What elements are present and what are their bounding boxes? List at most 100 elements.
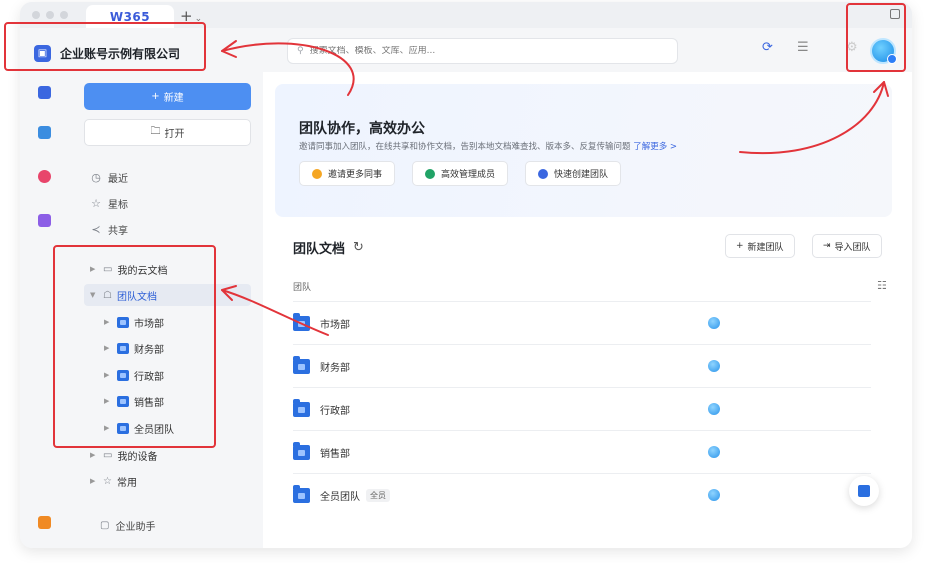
import-team-button[interactable]: ⇥ 导入团队: [812, 234, 882, 258]
tree-team-item[interactable]: ▶ 市场部: [104, 311, 164, 333]
window-restore-icon[interactable]: [890, 9, 900, 19]
folder-open-icon: 🗀: [150, 126, 161, 137]
calendar-app-icon[interactable]: [38, 126, 51, 139]
device-icon: ▭: [103, 449, 113, 461]
plus-icon: +: [180, 7, 193, 25]
team-create-icon: [538, 168, 548, 179]
member-avatar: [708, 317, 720, 329]
open-button[interactable]: 🗀 打开: [84, 119, 251, 146]
table-row[interactable]: 行政部: [293, 388, 871, 430]
company-switcher[interactable]: ▣ 企业账号示例有限公司: [28, 34, 180, 72]
company-name: 企业账号示例有限公司: [60, 46, 181, 61]
refresh-icon[interactable]: ↻: [353, 240, 364, 255]
chevron-right-icon: ▶: [90, 265, 96, 273]
team-folder-icon: [293, 355, 310, 374]
tree-team-item[interactable]: ▶ 行政部: [104, 364, 164, 386]
invite-colleagues-button[interactable]: 邀请更多同事: [299, 161, 396, 186]
tree-my-cloud[interactable]: ▶ ▭ 我的云文档: [90, 258, 167, 280]
star-icon: ☆: [91, 196, 101, 210]
assistant-icon: ▢: [100, 520, 110, 531]
chevron-right-icon: ▶: [104, 424, 110, 432]
docs-app-icon[interactable]: [38, 86, 51, 99]
member-avatar: [708, 489, 720, 501]
chevron-right-icon: ▶: [90, 477, 96, 485]
table-row[interactable]: 财务部: [293, 345, 871, 387]
folder-icon: [117, 422, 129, 434]
search-input[interactable]: [309, 46, 650, 56]
avatar-badge: [887, 54, 897, 64]
tab-w365[interactable]: W365: [86, 5, 174, 28]
plus-icon: +: [151, 91, 160, 102]
folder-icon: [117, 316, 129, 328]
chevron-right-icon: ▶: [90, 451, 96, 459]
settings-icon[interactable]: ⚙: [846, 40, 858, 55]
slides-app-icon[interactable]: [38, 516, 51, 529]
tree-team-item[interactable]: ▶ 销售部: [104, 390, 164, 412]
chevron-down-icon: ⌄: [194, 14, 203, 24]
import-icon: ⇥: [823, 241, 831, 251]
member-avatar: [708, 403, 720, 415]
help-icon: [858, 485, 870, 497]
pdf-app-icon[interactable]: [38, 170, 51, 183]
search-bar[interactable]: ⚲: [287, 38, 678, 64]
create-team-quick-button[interactable]: 快速创建团队: [525, 161, 622, 186]
title-bar: W365 + ⌄: [20, 2, 912, 28]
table-row[interactable]: 销售部: [293, 431, 871, 473]
column-settings-icon[interactable]: ☷: [877, 279, 887, 292]
sidebar: + 新建 🗀 打开 ◷ 最近 ☆ 星标 ≺ 共享 ▶ ▭ 我的云文档 ▼ ☖ 团队文档 ▶ 市场部 …: [70, 72, 263, 548]
folder-icon: [117, 369, 129, 381]
banner-description: 邀请同事加入团队，在线共享和协作文档，告别本地文档难查找、版本多、反复传输问题 …: [299, 142, 678, 152]
sync-icon[interactable]: ⟳: [762, 40, 773, 55]
sidebar-item-starred[interactable]: ☆ 星标: [90, 193, 128, 213]
tree-my-devices[interactable]: ▶ ▭ 我的设备: [90, 444, 157, 466]
avatar[interactable]: [870, 38, 897, 64]
search-icon: ⚲: [297, 46, 304, 56]
section-title: 团队文档 ↻: [293, 240, 364, 257]
members-icon: [425, 168, 435, 179]
team-icon: ☖: [103, 289, 112, 301]
chevron-right-icon: ▶: [104, 371, 110, 379]
main-content: 团队协作，高效办公 邀请同事加入团队，在线共享和协作文档，告别本地文档难查找、版…: [263, 72, 912, 548]
team-folder-icon: [293, 484, 310, 503]
all-members-tag: 全员: [366, 488, 390, 502]
window-controls[interactable]: [32, 11, 68, 19]
star-icon: ☆: [103, 475, 112, 487]
tree-team-item[interactable]: ▶ 全员团队: [104, 417, 174, 439]
column-header-team: 团队: [293, 283, 312, 293]
chevron-right-icon: ▶: [104, 344, 110, 352]
team-folder-icon: [293, 312, 310, 331]
table-row[interactable]: 市场部: [293, 302, 871, 344]
tree-common[interactable]: ▶ ☆ 常用: [90, 470, 137, 492]
member-avatar: [708, 446, 720, 458]
learn-more-link[interactable]: 了解更多 >: [633, 142, 677, 152]
new-tab-button[interactable]: + ⌄: [180, 7, 202, 25]
folder-icon: [117, 342, 129, 354]
floating-help-button[interactable]: [849, 476, 879, 506]
plus-icon: +: [736, 241, 744, 251]
invite-icon: [312, 168, 322, 179]
menu-icon[interactable]: ☰: [797, 40, 809, 55]
sidebar-item-recent[interactable]: ◷ 最近: [90, 167, 128, 187]
sidebar-item-shared[interactable]: ≺ 共享: [90, 219, 128, 239]
manage-members-button[interactable]: 高效管理成员: [412, 161, 509, 186]
app-rail: [20, 72, 70, 548]
enterprise-assistant-button[interactable]: ▢ 企业助手: [100, 518, 155, 533]
app-window: W365 +⌄ ▣ 企业账号示例有限公司 ⚲ ⟳ ☰ ⚙ +新建 🗀打开 ◷最近…: [20, 2, 912, 548]
company-logo-icon: ▣: [34, 44, 51, 62]
team-folder-icon: [293, 441, 310, 460]
folder-outline-icon: ▭: [103, 263, 113, 275]
chevron-right-icon: ▶: [104, 318, 110, 326]
clock-icon: ◷: [91, 170, 101, 184]
tree-team-item[interactable]: ▶ 财务部: [104, 337, 164, 359]
table-row[interactable]: 全员团队 全员: [293, 474, 871, 516]
team-folder-icon: [293, 398, 310, 417]
member-avatar: [708, 360, 720, 372]
apps-grid-icon[interactable]: [38, 214, 51, 227]
new-team-button[interactable]: + 新建团队: [725, 234, 795, 258]
chevron-down-icon: ▼: [90, 291, 96, 299]
tree-team-docs[interactable]: ▼ ☖ 团队文档: [84, 284, 251, 306]
new-button[interactable]: + 新建: [84, 83, 251, 110]
banner-title: 团队协作，高效办公: [299, 121, 425, 137]
chevron-right-icon: ▶: [104, 397, 110, 405]
team-banner: 团队协作，高效办公 邀请同事加入团队，在线共享和协作文档，告别本地文档难查找、版…: [275, 84, 892, 217]
